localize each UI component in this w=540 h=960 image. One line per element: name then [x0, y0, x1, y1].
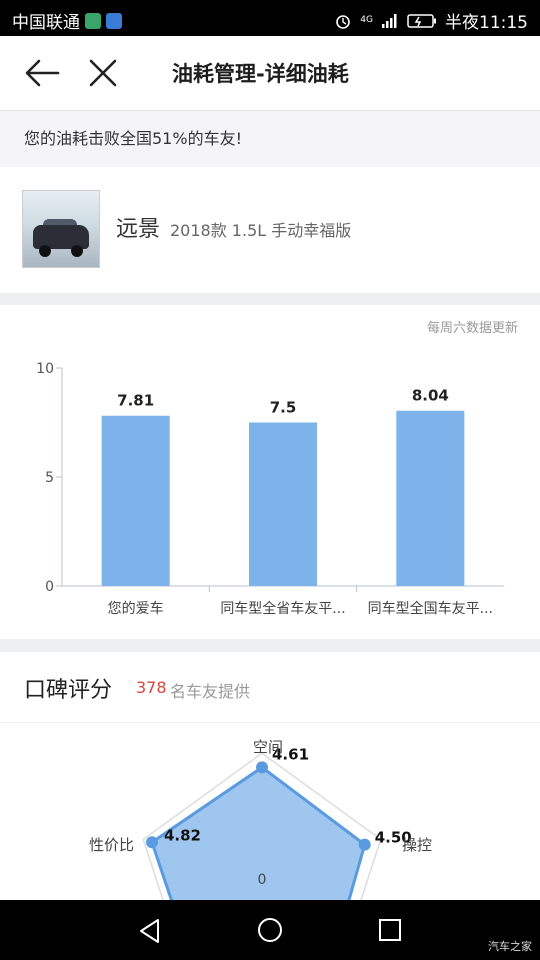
- alarm-icon: [336, 14, 351, 29]
- car-card[interactable]: 远景 2018款 1.5L 手动幸福版: [0, 167, 540, 293]
- x-tick-label: 同车型全省车友平...: [220, 600, 345, 617]
- bar-value-label: 7.5: [270, 399, 297, 417]
- radar-axis-label: 性价比: [89, 836, 134, 854]
- nav-recents-icon[interactable]: [378, 918, 402, 942]
- car-name: 远景: [116, 217, 161, 242]
- radar-point: [358, 838, 371, 851]
- bar: [396, 410, 465, 586]
- status-bar: 中国联通 4G 半夜11:15: [0, 0, 540, 36]
- bar-value-label: 8.04: [412, 387, 449, 405]
- nav-bar: 油耗管理-详细油耗: [0, 36, 540, 111]
- carrier-label: 中国联通: [12, 13, 80, 33]
- watermark: 汽车之家: [488, 940, 532, 953]
- app-notification-icon: [85, 12, 101, 29]
- x-tick-label: 同车型全国车友平...: [368, 600, 493, 617]
- clock: 11:15: [479, 13, 528, 33]
- network-type: 4G: [360, 15, 373, 25]
- y-tick-label: 0: [45, 579, 54, 595]
- nav-back-icon[interactable]: [138, 918, 162, 944]
- radar-point: [256, 761, 268, 774]
- nav-home-icon[interactable]: [257, 917, 283, 943]
- bar: [249, 422, 317, 586]
- fuel-bar-chart: 0 5 10 7.81 您的爱车 7.5 同车型全省车友平... 8.04 同车型全国车友平..…: [36, 361, 504, 617]
- radar-center-label: 0: [258, 872, 267, 888]
- fuel-chart-card: 每周六数据更新 0 5 10 7.81 您的爱车 7.5 同车型全省车友平... 8.04 同车…: [0, 305, 540, 639]
- radar-axis-label: 空间: [253, 738, 283, 756]
- review-card: 口碑评分 378 名车友提供 0 4.61 4.50 4.82 空间 操控 性价比: [0, 652, 540, 900]
- car-model: 2018款 1.5L 手动幸福版: [170, 221, 352, 240]
- system-nav-bar: 汽车之家: [0, 900, 540, 960]
- radar-axis-label: 操控: [402, 836, 432, 854]
- signal-icon: [382, 13, 397, 28]
- time-period: 半夜: [445, 13, 479, 33]
- battery-charging-icon: [407, 13, 436, 28]
- page-title: 油耗管理-详细油耗: [172, 62, 349, 86]
- rank-banner: 您的油耗击败全国51%的车友!: [0, 111, 540, 167]
- review-radar-chart: 04.614.504.82空间操控性价比: [89, 738, 432, 900]
- y-tick-label: 10: [36, 361, 54, 377]
- car-thumbnail: [22, 190, 100, 268]
- x-tick-label: 您的爱车: [108, 600, 164, 617]
- bar: [101, 415, 170, 586]
- close-icon[interactable]: [86, 56, 120, 90]
- y-tick-label: 5: [45, 470, 54, 486]
- back-arrow-icon[interactable]: [22, 56, 62, 90]
- radar-value-label: 4.82: [164, 826, 201, 844]
- security-shield-icon: [106, 12, 122, 29]
- radar-point: [145, 836, 158, 849]
- bar-value-label: 7.81: [117, 392, 154, 410]
